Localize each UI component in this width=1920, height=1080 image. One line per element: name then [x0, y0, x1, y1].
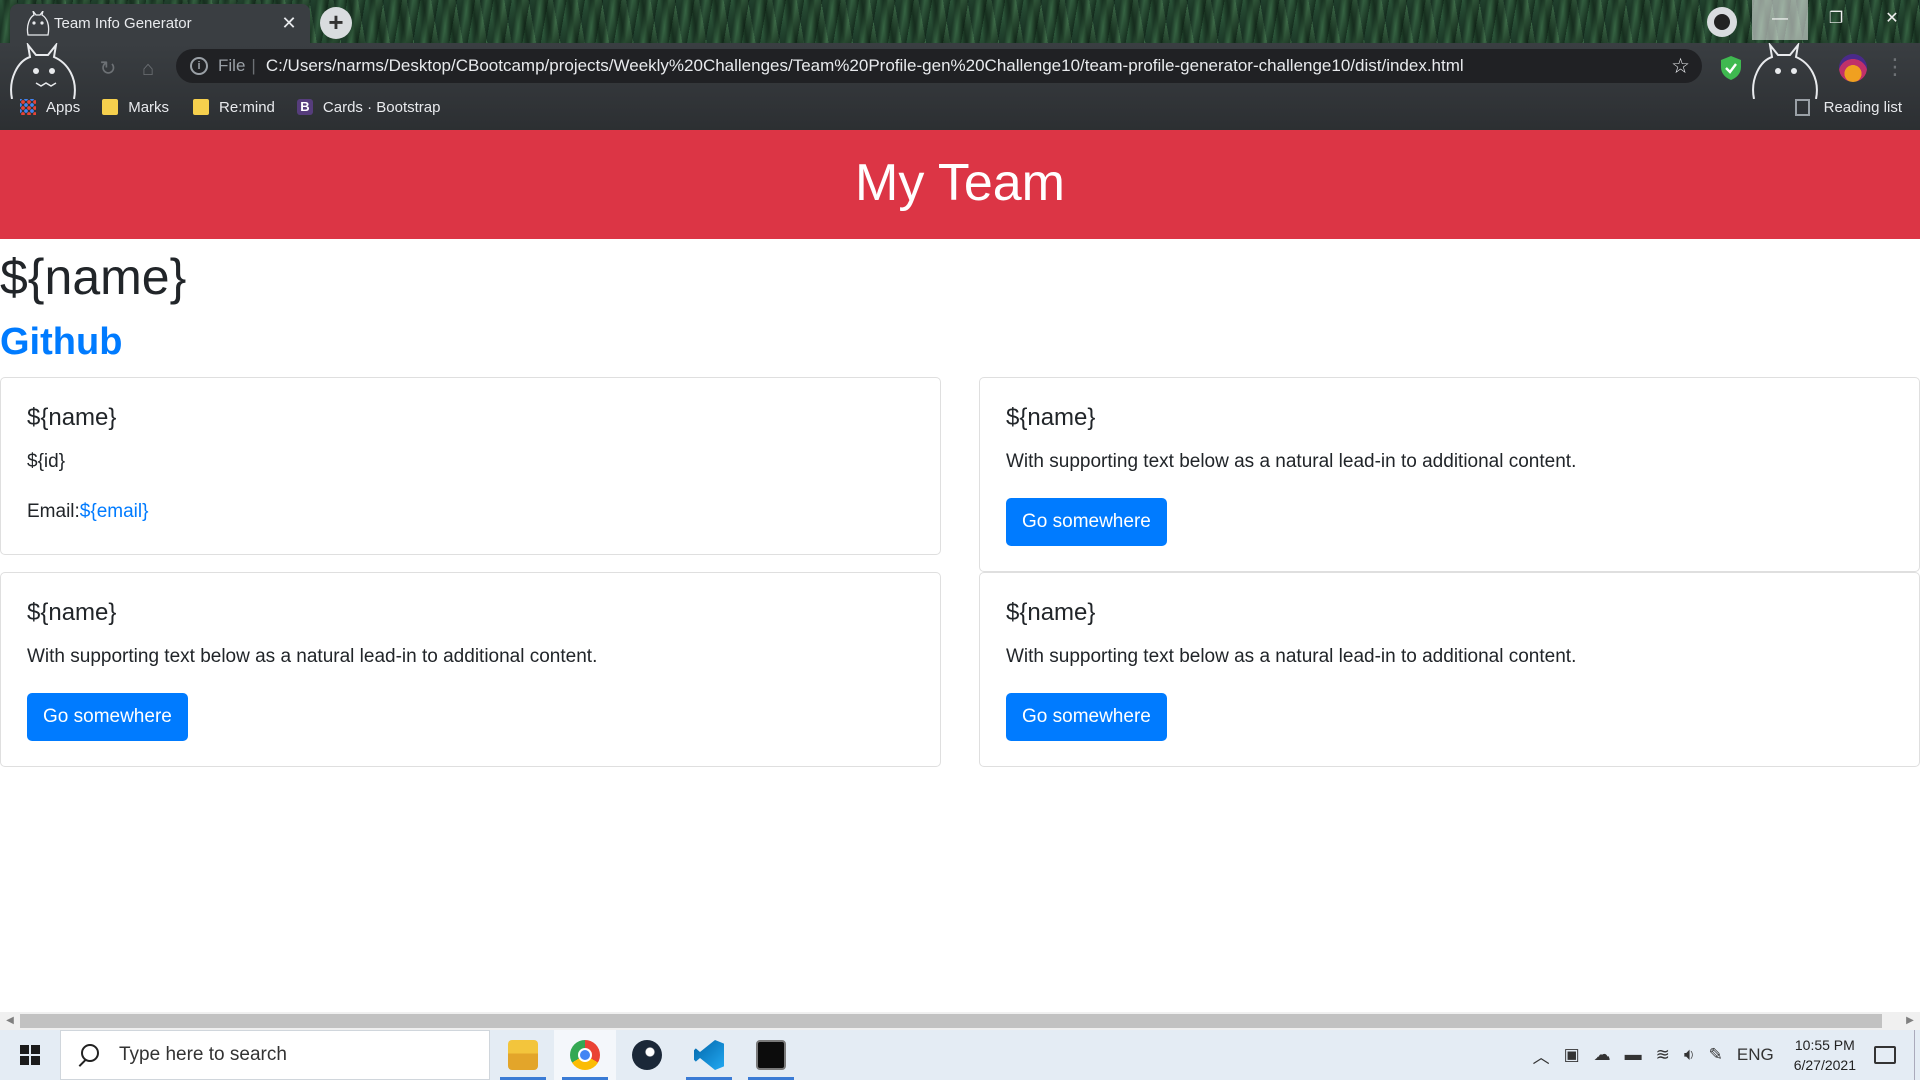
chrome-app[interactable] — [554, 1030, 616, 1080]
bookmark-star-icon[interactable]: ☆ — [1671, 54, 1690, 79]
restore-button[interactable]: ❐ — [1808, 0, 1864, 40]
steam-app[interactable] — [616, 1030, 678, 1080]
go-somewhere-button[interactable]: Go somewhere — [27, 693, 188, 741]
bookmark-label: Re:mind — [219, 98, 275, 116]
chrome-icon — [570, 1040, 600, 1070]
window-controls: — ❐ ✕ — [1752, 0, 1920, 40]
url-scheme: File — [218, 56, 246, 75]
go-somewhere-button[interactable]: Go somewhere — [1006, 498, 1167, 546]
windows-logo-icon — [20, 1045, 40, 1065]
extension-icon[interactable] — [1707, 7, 1737, 37]
email-label: Email: — [27, 501, 80, 522]
bookmark-apps[interactable]: Apps — [20, 99, 80, 116]
clock-time: 10:55 PM — [1794, 1037, 1855, 1053]
tab-close-icon[interactable]: ✕ — [278, 12, 300, 34]
volume-icon[interactable]: 🔉︎ — [1684, 1045, 1695, 1065]
battery-icon[interactable]: ▬ — [1625, 1045, 1642, 1065]
email-link[interactable]: ${email} — [80, 501, 149, 522]
minimize-button[interactable]: — — [1752, 0, 1808, 40]
bookmark-remind[interactable]: Re:mind — [193, 99, 275, 116]
system-tray: ︿ ▣ ☁ ▬ ≋ 🔉︎ ✎ ENG 10:55 PM 6/27/2021 — [1533, 1030, 1920, 1080]
terminal-icon — [756, 1040, 786, 1070]
notifications-icon[interactable] — [1874, 1046, 1896, 1064]
file-explorer-icon — [508, 1040, 538, 1070]
language-indicator[interactable]: ENG — [1737, 1045, 1774, 1065]
scrollbar-thumb[interactable] — [20, 1014, 1882, 1028]
steam-icon — [632, 1040, 662, 1070]
bookmark-label: Cards · Bootstrap — [322, 98, 441, 116]
card-title: ${name} — [1006, 599, 1096, 626]
page-viewport: My Team ${name} Github ${name} ${id} Ema… — [0, 130, 1920, 1012]
menu-kebab-icon[interactable]: ⋮ — [1884, 53, 1906, 81]
bookmarks-bar: Apps Marks Re:mind B Cards · Bootstrap R… — [0, 92, 1920, 122]
card-email: Email:${email} — [27, 501, 148, 523]
file-explorer-app[interactable] — [492, 1030, 554, 1080]
chevron-up-icon[interactable]: ︿ — [1533, 1043, 1550, 1068]
horizontal-scrollbar[interactable]: ◀ ▶ — [0, 1012, 1920, 1030]
vscode-icon — [694, 1040, 724, 1070]
page-header: My Team — [0, 130, 1920, 239]
scroll-left-icon[interactable]: ◀ — [3, 1014, 17, 1028]
meet-icon[interactable]: ▣ — [1564, 1045, 1580, 1065]
browser-tab[interactable]: Team Info Generator ✕ — [10, 4, 310, 43]
shield-icon[interactable] — [1719, 55, 1743, 81]
bookmark-label: Marks — [128, 98, 170, 116]
employee-card: ${name} ${id} Email:${email} — [0, 377, 941, 555]
pen-icon[interactable]: ✎ — [1709, 1045, 1723, 1065]
main-name-heading: ${name} — [0, 249, 187, 305]
card-text: With supporting text below as a natural … — [27, 646, 598, 667]
employee-card: ${name} With supporting text below as a … — [979, 572, 1920, 767]
github-link[interactable]: Github — [0, 321, 122, 364]
clock[interactable]: 10:55 PM 6/27/2021 — [1794, 1035, 1856, 1075]
search-placeholder: Type here to search — [119, 1044, 287, 1065]
page-title: My Team — [855, 154, 1065, 212]
bookmark-cards-bootstrap[interactable]: B Cards · Bootstrap — [296, 98, 441, 116]
onedrive-cloud-icon[interactable]: ☁ — [1594, 1045, 1611, 1065]
start-button[interactable] — [0, 1030, 60, 1080]
go-somewhere-button[interactable]: Go somewhere — [1006, 693, 1167, 741]
browser-toolbar: ↻ ⌂ i File | C:/Users/narms/Desktop/CBoo… — [0, 43, 1920, 130]
address-bar[interactable]: i File | C:/Users/narms/Desktop/CBootcam… — [176, 49, 1702, 83]
info-icon[interactable]: i — [190, 57, 208, 75]
vscode-app[interactable] — [678, 1030, 740, 1080]
taskbar-search[interactable]: Type here to search — [60, 1030, 490, 1080]
employee-card: ${name} With supporting text below as a … — [0, 572, 941, 767]
reading-list-icon — [1794, 98, 1810, 116]
totoro-icon — [26, 11, 50, 36]
new-tab-button[interactable]: + — [320, 7, 352, 39]
wifi-icon[interactable]: ≋ — [1656, 1045, 1670, 1065]
card-title: ${name} — [1006, 404, 1096, 431]
home-icon[interactable]: ⌂ — [136, 57, 160, 81]
show-desktop-button[interactable] — [1914, 1030, 1920, 1080]
folder-icon — [102, 99, 119, 115]
terminal-app[interactable] — [740, 1030, 802, 1080]
clock-date: 6/27/2021 — [1793, 1057, 1856, 1073]
card-text: With supporting text below as a natural … — [1006, 451, 1577, 472]
windows-taskbar: Type here to search ︿ ▣ ☁ ▬ ≋ 🔉︎ ✎ ENG 1… — [0, 1030, 1920, 1080]
search-icon — [77, 1044, 99, 1066]
card-title: ${name} — [27, 599, 117, 626]
bookmark-marks[interactable]: Marks — [102, 99, 169, 116]
reload-icon[interactable]: ↻ — [96, 57, 120, 81]
reading-list-label: Reading list — [1823, 98, 1902, 116]
employee-card: ${name} With supporting text below as a … — [979, 377, 1920, 572]
browser-tab-strip: Team Info Generator ✕ + — ❐ ✕ — [0, 0, 1920, 43]
apps-grid-icon — [20, 99, 36, 115]
tab-title: Team Info Generator — [54, 15, 192, 32]
profile-avatar[interactable] — [1839, 54, 1867, 82]
card-title: ${name} — [27, 404, 117, 431]
totoro-decoration-icon — [1752, 43, 1818, 99]
close-window-button[interactable]: ✕ — [1864, 0, 1920, 40]
totoro-decoration-icon — [10, 43, 76, 99]
url-text[interactable]: C:/Users/narms/Desktop/CBootcamp/project… — [266, 56, 1464, 76]
card-id: ${id} — [27, 451, 66, 472]
bootstrap-icon: B — [296, 99, 313, 115]
scroll-right-icon[interactable]: ▶ — [1903, 1014, 1917, 1028]
folder-icon — [193, 99, 210, 115]
reading-list-button[interactable]: Reading list — [1794, 92, 1902, 122]
card-text: With supporting text below as a natural … — [1006, 646, 1577, 667]
url-separator: | — [251, 56, 256, 75]
bookmark-label: Apps — [46, 98, 81, 116]
